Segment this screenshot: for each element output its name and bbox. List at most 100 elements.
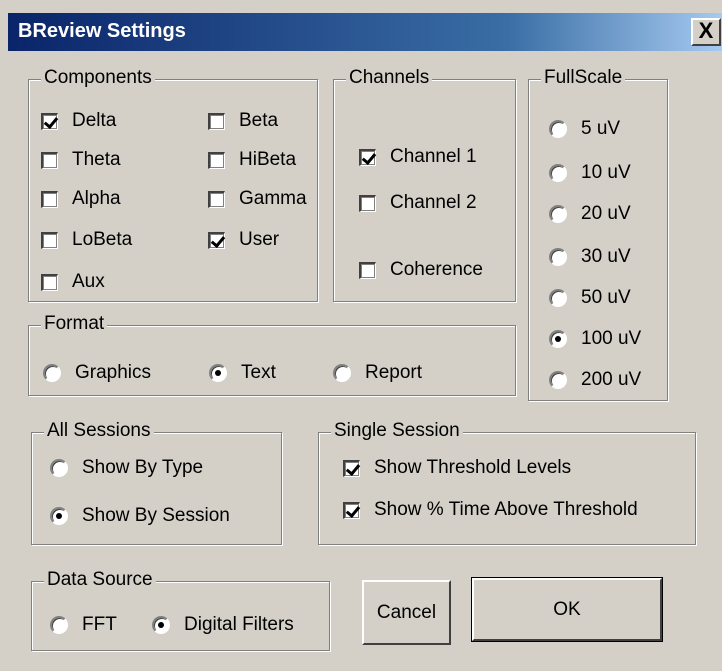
title-bar[interactable]: BReview Settings X [8, 13, 722, 51]
checkbox-user[interactable]: User [208, 229, 279, 251]
radio-show-by-type[interactable]: Show By Type [50, 457, 203, 479]
single-session-legend: Single Session [331, 420, 463, 442]
radio-dot[interactable] [152, 616, 170, 634]
checkbox-box[interactable] [359, 194, 376, 212]
checkbox-box[interactable] [41, 151, 58, 169]
checkbox-box[interactable] [343, 459, 360, 477]
radio-label: Digital Filters [184, 614, 294, 635]
channels-legend: Channels [346, 67, 433, 89]
checkbox-aux[interactable]: Aux [41, 271, 105, 293]
radio-report[interactable]: Report [333, 362, 422, 384]
checkbox-hibeta[interactable]: HiBeta [208, 149, 296, 171]
radio-50uv[interactable]: 50 uV [549, 287, 631, 309]
radio-dot[interactable] [50, 459, 68, 477]
channels-group: Channels Channel 1 Channel 2 Coherence [333, 67, 516, 302]
checkbox-coherence[interactable]: Coherence [359, 259, 483, 281]
all-sessions-legend: All Sessions [44, 420, 154, 442]
components-group: Components Delta Theta Alpha LoBeta Aux … [28, 67, 318, 302]
checkbox-box[interactable] [41, 231, 58, 249]
checkbox-label: Beta [239, 110, 279, 131]
radio-100uv[interactable]: 100 uV [549, 328, 641, 350]
radio-dot[interactable] [549, 205, 567, 223]
radio-dot[interactable] [50, 507, 68, 525]
checkbox-box[interactable] [208, 151, 225, 169]
radio-graphics[interactable]: Graphics [43, 362, 151, 384]
data-source-legend: Data Source [44, 569, 156, 591]
radio-label: 5 uV [581, 118, 621, 139]
checkbox-label: Channel 2 [390, 192, 477, 213]
checkbox-label: Coherence [390, 259, 483, 280]
radio-text[interactable]: Text [209, 362, 276, 384]
checkbox-channel-2[interactable]: Channel 2 [359, 192, 477, 214]
checkbox-label: Show % Time Above Threshold [374, 499, 638, 520]
all-sessions-group: All Sessions Show By Type Show By Sessio… [31, 420, 282, 545]
checkbox-label: LoBeta [72, 229, 133, 250]
radio-dot[interactable] [43, 364, 61, 382]
checkbox-box[interactable] [208, 190, 225, 208]
data-source-group: Data Source FFT Digital Filters [31, 569, 330, 651]
close-icon[interactable]: X [691, 18, 721, 46]
format-legend: Format [41, 313, 108, 335]
checkbox-label: Gamma [239, 188, 307, 209]
checkbox-label: Channel 1 [390, 146, 477, 167]
radio-label: Graphics [75, 362, 152, 383]
fullscale-group: FullScale 5 uV 10 uV 20 uV 30 uV 50 uV 1… [528, 67, 668, 401]
checkbox-box[interactable] [41, 273, 58, 291]
radio-dot[interactable] [549, 248, 567, 266]
radio-show-by-session[interactable]: Show By Session [50, 505, 230, 527]
checkbox-show-threshold-levels[interactable]: Show Threshold Levels [343, 457, 571, 479]
components-legend: Components [41, 67, 155, 89]
radio-digital-filters[interactable]: Digital Filters [152, 614, 294, 636]
checkbox-channel-1[interactable]: Channel 1 [359, 146, 477, 168]
format-group: Format Graphics Text Report [28, 313, 516, 396]
radio-200uv[interactable]: 200 uV [549, 369, 641, 391]
radio-label: 100 uV [581, 328, 642, 349]
radio-label: Show By Type [82, 457, 204, 478]
radio-dot[interactable] [333, 364, 351, 382]
radio-10uv[interactable]: 10 uV [549, 162, 631, 184]
checkbox-theta[interactable]: Theta [41, 149, 121, 171]
checkbox-lobeta[interactable]: LoBeta [41, 229, 132, 251]
checkbox-label: Delta [72, 110, 117, 131]
ok-button[interactable]: OK [471, 577, 663, 642]
radio-dot[interactable] [549, 371, 567, 389]
checkbox-label: HiBeta [239, 149, 297, 170]
radio-label: 50 uV [581, 287, 631, 308]
radio-dot[interactable] [549, 289, 567, 307]
checkbox-alpha[interactable]: Alpha [41, 188, 121, 210]
checkbox-gamma[interactable]: Gamma [208, 188, 307, 210]
checkbox-box[interactable] [359, 261, 376, 279]
radio-label: Report [365, 362, 423, 383]
radio-dot[interactable] [50, 616, 68, 634]
radio-dot[interactable] [549, 330, 567, 348]
checkbox-delta[interactable]: Delta [41, 110, 116, 132]
window-title: BReview Settings [18, 20, 186, 42]
checkbox-show-time-above-threshold[interactable]: Show % Time Above Threshold [343, 499, 638, 521]
single-session-group: Single Session Show Threshold Levels Sho… [318, 420, 696, 545]
radio-label: FFT [82, 614, 117, 635]
checkbox-box[interactable] [41, 190, 58, 208]
checkbox-label: Aux [72, 271, 105, 292]
radio-30uv[interactable]: 30 uV [549, 246, 631, 268]
radio-dot[interactable] [209, 364, 227, 382]
checkbox-label: Theta [72, 149, 121, 170]
radio-label: Show By Session [82, 505, 230, 526]
checkbox-box[interactable] [208, 112, 225, 130]
radio-label: Text [241, 362, 276, 383]
radio-20uv[interactable]: 20 uV [549, 203, 631, 225]
radio-label: 10 uV [581, 162, 631, 183]
radio-dot[interactable] [549, 164, 567, 182]
radio-label: 200 uV [581, 369, 642, 390]
checkbox-box[interactable] [359, 148, 376, 166]
cancel-button[interactable]: Cancel [362, 580, 451, 645]
radio-dot[interactable] [549, 120, 567, 138]
checkbox-box[interactable] [208, 231, 225, 249]
checkbox-beta[interactable]: Beta [208, 110, 278, 132]
radio-fft[interactable]: FFT [50, 614, 117, 636]
checkbox-label: Alpha [72, 188, 121, 209]
checkbox-label: Show Threshold Levels [374, 457, 572, 478]
fullscale-legend: FullScale [541, 67, 626, 89]
radio-5uv[interactable]: 5 uV [549, 118, 620, 140]
checkbox-box[interactable] [41, 112, 58, 130]
checkbox-box[interactable] [343, 501, 360, 519]
